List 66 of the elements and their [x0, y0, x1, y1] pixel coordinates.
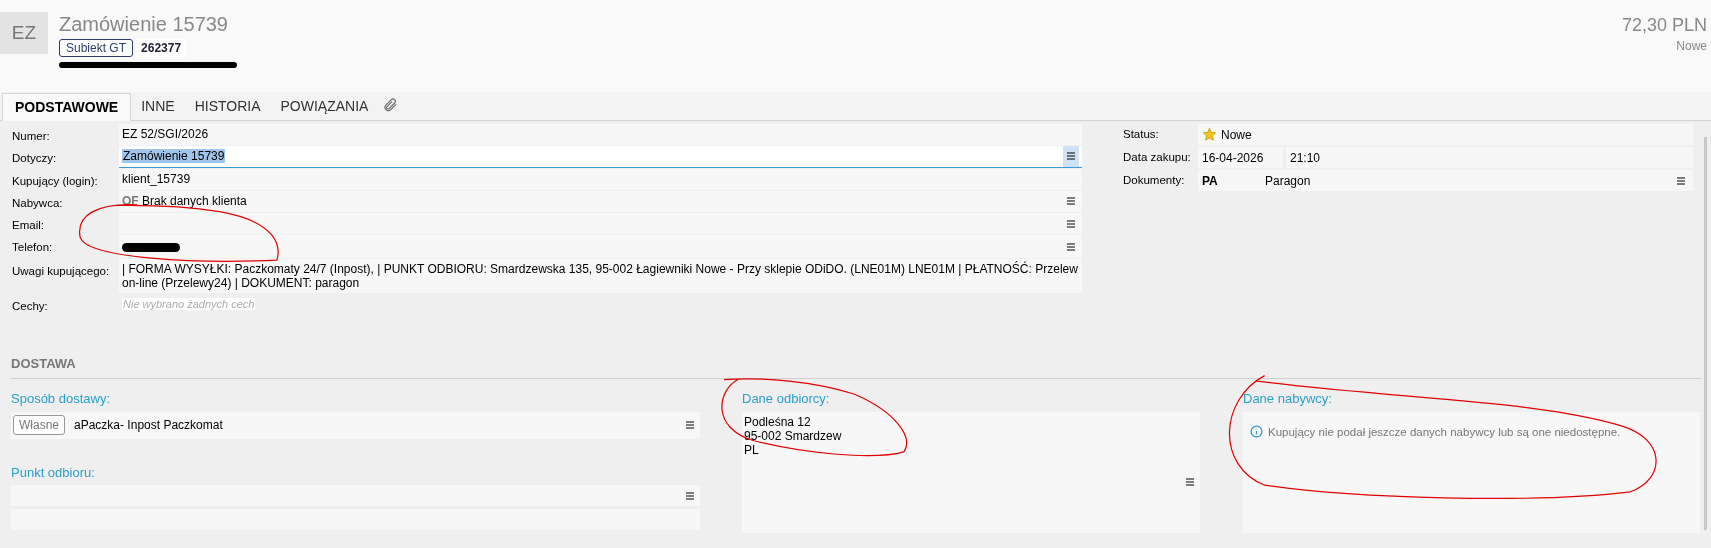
date-field[interactable]: 16-04-2026 — [1198, 147, 1283, 168]
field-value: OF Brak danych klienta — [122, 193, 247, 208]
menu-icon[interactable] — [686, 491, 694, 500]
form-field[interactable] — [119, 213, 1082, 235]
menu-icon[interactable] — [1067, 197, 1075, 206]
form-field[interactable] — [119, 235, 1082, 259]
field-label: Dokumenty: — [1123, 172, 1186, 188]
field-label: Numer: — [12, 129, 51, 144]
field-label: Kupujący (login): — [12, 173, 99, 189]
section-label: Dane nabywcy: — [1243, 390, 1333, 408]
tab[interactable]: HISTORIA — [184, 92, 271, 120]
status-field[interactable]: Nowe — [1198, 124, 1693, 145]
field-label: Uwagi kupującego: — [12, 264, 111, 280]
tab[interactable]: POWIĄZANIA — [270, 92, 379, 120]
scrollbar[interactable] — [1704, 137, 1707, 530]
info-message: Kupujący nie podał jeszcze danych nabywcy lub są one niedostępne. — [1268, 424, 1621, 440]
menu-icon[interactable] — [1067, 219, 1075, 228]
form-field[interactable]: Zamówienie 15739 — [119, 146, 1082, 168]
tab[interactable]: PODSTAWOWE — [2, 93, 132, 121]
menu-icon[interactable] — [1067, 242, 1075, 251]
tab[interactable]: INNE — [131, 92, 185, 120]
redaction-bar — [122, 243, 180, 253]
field-label: Telefon: — [12, 240, 54, 256]
field-label: Status: — [1123, 126, 1160, 142]
field-placeholder: Nie wybrano żadnych cech — [122, 298, 256, 311]
address-line: Podleśna 12 — [744, 414, 812, 429]
field-value: Paragon — [1265, 172, 1312, 190]
field-value: Nowe — [1221, 126, 1252, 144]
menu-icon[interactable] — [1186, 477, 1194, 486]
menu-icon[interactable] — [1067, 152, 1075, 161]
document-code: PA — [1202, 172, 1219, 190]
section-title: DOSTAWA — [11, 353, 1701, 379]
form-field[interactable]: OF Brak danych klienta — [119, 190, 1082, 212]
section-label: Punkt odbioru: — [11, 463, 96, 482]
address-line: PL — [744, 442, 760, 457]
recipient-address-field[interactable]: Podleśna 12 95-002 Smardzew PL — [742, 411, 1200, 533]
section-label: Sposób dostawy: — [11, 390, 111, 408]
field-value: EZ 52/SGI/2026 — [122, 127, 209, 141]
order-amount: 72,30 PLN — [1621, 14, 1707, 37]
time-field[interactable]: 21:10 — [1286, 147, 1693, 168]
document-number: 262377 — [136, 39, 187, 57]
field-value: Zamówienie 15739 — [122, 149, 226, 164]
method-tag: Własne — [13, 415, 65, 435]
field-label: Data zakupu: — [1123, 149, 1192, 165]
pickup-point-field[interactable] — [11, 485, 700, 506]
form-field[interactable]: EZ 52/SGI/2026 — [119, 124, 1082, 146]
address-line: 95-002 Smardzew — [744, 428, 843, 443]
section-label: Dane odbiorcy: — [742, 390, 831, 408]
info-icon — [1250, 424, 1263, 438]
document-type-badge: EZ — [0, 12, 48, 54]
source-tag: Subiekt GT — [59, 39, 134, 57]
order-status: Nowe — [1676, 38, 1707, 55]
document-title: Zamówienie 15739 — [59, 12, 229, 36]
menu-icon[interactable] — [686, 421, 694, 429]
delivery-method-field[interactable]: Własne aPaczka- Inpost Paczkomat — [11, 411, 700, 439]
menu-icon[interactable] — [1677, 176, 1685, 185]
field-value: aPaczka- Inpost Paczkomat — [74, 417, 224, 434]
field-value: klient_15739 — [122, 171, 191, 186]
form-field[interactable]: klient_15739 — [119, 168, 1082, 190]
field-label: Nabywca: — [12, 195, 64, 211]
document-field[interactable]: PA Paragon — [1198, 170, 1693, 191]
star-icon — [1202, 127, 1217, 142]
field-label: Dotyczy: — [12, 151, 58, 167]
paperclip-icon[interactable] — [382, 97, 399, 113]
field-label: Email: — [12, 218, 45, 233]
field-label: Cechy: — [12, 299, 49, 315]
